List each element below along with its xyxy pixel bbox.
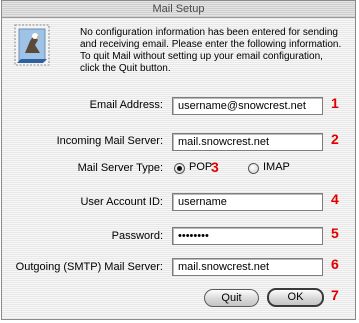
outgoing-server-field[interactable]: mail.snowcrest.net <box>172 258 323 276</box>
quit-button[interactable]: Quit <box>204 289 259 307</box>
window-title: Mail Setup <box>152 3 205 15</box>
mail-stamp-eagle-icon <box>14 24 50 66</box>
annotation-5: 5 <box>331 225 339 241</box>
server-type-label: Mail Server Type: <box>77 162 163 174</box>
intro-line: and receiving email. Please enter the fo… <box>80 39 342 50</box>
incoming-server-field[interactable]: mail.snowcrest.net <box>172 133 323 151</box>
intro-line: To quit Mail without setting up your ema… <box>80 51 323 62</box>
pop-radio[interactable] <box>174 163 185 174</box>
annotation-4: 4 <box>331 191 339 207</box>
user-account-label: User Account ID: <box>80 196 163 208</box>
intro-line: No configuration information has been en… <box>80 27 338 38</box>
outgoing-server-label: Outgoing (SMTP) Mail Server: <box>15 261 163 273</box>
user-account-field[interactable]: username <box>172 193 323 211</box>
password-field[interactable]: •••••••• <box>172 227 323 245</box>
annotation-3: 3 <box>211 159 219 175</box>
pop-label[interactable]: POP <box>189 161 212 173</box>
annotation-7: 7 <box>331 287 339 303</box>
annotation-1: 1 <box>331 95 339 111</box>
email-address-label: Email Address: <box>89 99 163 111</box>
annotation-6: 6 <box>331 256 339 272</box>
intro-line: click the Quit button. <box>80 63 171 74</box>
imap-label[interactable]: IMAP <box>263 161 290 173</box>
email-address-field[interactable]: username@snowcrest.net <box>172 97 323 115</box>
title-bar[interactable]: Mail Setup <box>2 1 355 18</box>
incoming-server-label: Incoming Mail Server: <box>56 135 163 147</box>
password-label: Password: <box>111 230 163 242</box>
intro-text: No configuration information has been en… <box>80 27 350 75</box>
imap-radio[interactable] <box>248 163 259 174</box>
mail-setup-window: Mail Setup No configuration information … <box>1 0 356 320</box>
ok-button[interactable]: OK <box>267 288 324 307</box>
annotation-2: 2 <box>331 131 339 147</box>
